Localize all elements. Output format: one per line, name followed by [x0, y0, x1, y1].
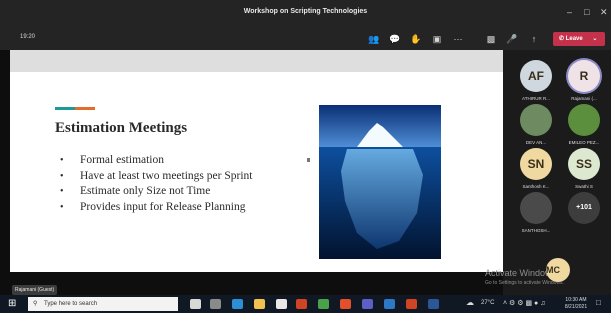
chat-icon[interactable]: 💬 — [388, 32, 402, 46]
windows-start-icon[interactable]: ⊞ — [8, 298, 16, 309]
participant-tile[interactable]: R Rajamani (... — [561, 60, 607, 101]
window-title: Workshop on Scripting Technologies — [243, 8, 368, 15]
presenter-name-tag: Rajamani (Guest) — [12, 285, 58, 295]
widgets-icon[interactable] — [210, 299, 221, 309]
minimize-icon[interactable]: – — [567, 7, 572, 17]
more-options-icon[interactable]: ⋯ — [451, 32, 465, 46]
firefox-icon[interactable] — [340, 299, 351, 309]
store-icon[interactable] — [276, 299, 287, 309]
iceberg-image — [319, 105, 441, 259]
chrome-icon[interactable] — [318, 299, 329, 309]
bullet-item: Provides input for Release Planning — [60, 201, 252, 217]
tray-icons[interactable]: ˄ ⚙ ⚙ ▩ ● ♫ — [503, 299, 545, 307]
close-icon[interactable]: ✕ — [600, 7, 608, 18]
participant-tile[interactable]: SANTHOSH... — [513, 192, 559, 233]
clock-date: 8/21/2021 — [564, 304, 588, 310]
weather-temp: 27°C — [481, 300, 495, 306]
meeting-timer: 19:20 — [20, 34, 36, 40]
chevron-down-icon[interactable]: ⌄ — [592, 36, 597, 42]
participant-name: SANTHOSH... — [521, 228, 551, 233]
participant-tile[interactable]: AF ATHIRUR R... — [513, 60, 559, 101]
bullet-item: Estimate only Size not Time — [60, 185, 252, 201]
windows-taskbar: ⊞ ⚲ Type here to search ☁ 27°C ˄ ⚙ ⚙ ▩ ●… — [0, 295, 611, 313]
slide-header-band — [10, 50, 503, 72]
avatar — [568, 104, 600, 136]
participant-tile[interactable]: EMILEO PEZ... — [561, 104, 607, 145]
reactions-icon[interactable]: ✋ — [409, 32, 423, 46]
phone-icon: ✆ — [559, 36, 565, 42]
bullet-list: Formal estimation Have at least two meet… — [60, 154, 252, 216]
search-icon: ⚲ — [33, 301, 38, 307]
app-icon[interactable] — [384, 299, 395, 309]
participant-name: Santhosh K... — [522, 184, 550, 189]
participant-name: DEV AN... — [525, 140, 547, 145]
word-icon[interactable] — [428, 299, 439, 309]
participant-tile[interactable]: DEV AN... — [513, 104, 559, 145]
participant-name: Swathi S — [575, 184, 593, 189]
share-screen-icon[interactable]: ↑ — [527, 32, 541, 46]
mouse-cursor — [307, 158, 310, 162]
leave-label: Leave — [565, 36, 583, 42]
clock-time: 10:30 AM — [565, 297, 587, 303]
taskbar-search-input[interactable]: ⚲ Type here to search — [28, 297, 178, 311]
people-icon[interactable]: 👥 — [367, 32, 381, 46]
edge-icon[interactable] — [232, 299, 243, 309]
leave-button[interactable]: ✆ Leave ⌄ — [553, 32, 605, 46]
title-bar: Workshop on Scripting Technologies – □ ✕ — [0, 0, 611, 28]
shared-slide: Estimation Meetings Formal estimation Ha… — [10, 72, 503, 272]
participant-tile[interactable]: SS Swathi S — [561, 148, 607, 189]
notification-icon[interactable]: □ — [596, 298, 601, 307]
file-explorer-icon[interactable] — [254, 299, 265, 309]
avatar — [520, 192, 552, 224]
bullet-item: Have at least two meetings per Sprint — [60, 170, 252, 186]
avatar: SN — [520, 148, 552, 180]
weather-icon[interactable]: ☁ — [466, 298, 474, 307]
maximize-icon[interactable]: □ — [584, 7, 589, 17]
teams-icon[interactable] — [362, 299, 373, 309]
office-icon[interactable] — [296, 299, 307, 309]
participant-name: EMILEO PEZ... — [568, 140, 600, 145]
avatar: AF — [520, 60, 552, 92]
search-placeholder: Type here to search — [44, 301, 98, 307]
more-participants-button[interactable]: +101 — [561, 192, 607, 228]
rooms-icon[interactable]: ▣ — [430, 32, 444, 46]
powerpoint-icon[interactable] — [406, 299, 417, 309]
mic-off-icon[interactable]: 🎤 — [505, 32, 519, 46]
participant-tile[interactable]: SN Santhosh K... — [513, 148, 559, 189]
title-accent-bar — [55, 107, 95, 110]
participant-name: ATHIRUR R... — [522, 96, 550, 101]
more-count: +101 — [568, 192, 600, 224]
floating-avatar[interactable]: MC — [546, 258, 570, 282]
avatar — [520, 104, 552, 136]
meeting-toolbar: 19:20 👥 💬 ✋ ▣ ⋯ ▩ 🎤 ↑ ✆ Leave ⌄ — [0, 28, 611, 50]
task-view-icon[interactable] — [190, 299, 201, 309]
camera-off-icon[interactable]: ▩ — [484, 32, 498, 46]
avatar: SS — [568, 148, 600, 180]
bullet-item: Formal estimation — [60, 154, 252, 170]
avatar: R — [568, 60, 600, 92]
slide-title: Estimation Meetings — [55, 120, 188, 136]
participant-name: Rajamani (... — [571, 96, 597, 101]
